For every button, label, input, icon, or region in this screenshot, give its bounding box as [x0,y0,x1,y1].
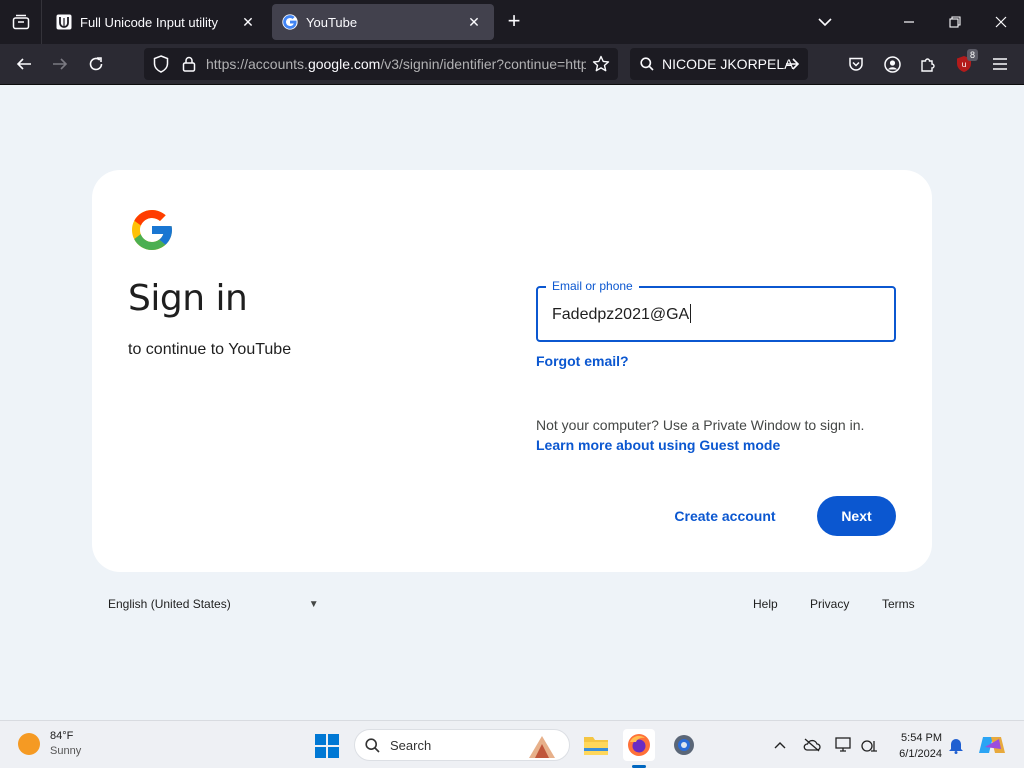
file-explorer-icon[interactable] [580,729,612,761]
minimize-icon [904,21,914,23]
nav-toolbar: https://accounts.google.com/v3/signin/id… [0,44,1024,85]
taskbar: 84°F Sunny Search 5:54 PM 6/1/2024 [0,720,1024,768]
next-button[interactable]: Next [817,496,896,536]
tab-title: YouTube [306,14,358,30]
extension-badge: 8 [966,49,978,61]
system-clock[interactable]: 5:54 PM 6/1/2024 [888,730,942,762]
search-bar-text: NICODE JKORPELA [662,56,794,72]
new-tab-button[interactable]: + [502,10,526,34]
email-input-value: Fadedpz2021@GA [552,306,690,323]
restore-icon [949,16,961,28]
chevron-down-icon [818,17,832,26]
windows-start-icon[interactable] [314,733,340,759]
onedrive-offline-icon[interactable] [800,733,824,757]
bookmark-star-icon[interactable] [590,53,612,75]
forward-button[interactable] [44,48,76,80]
page-title: Sign in [128,278,248,319]
temperature: 84°F [50,730,74,742]
reload-button[interactable] [80,48,112,80]
taskbar-search[interactable]: Search [354,729,570,761]
privacy-link[interactable]: Privacy [810,597,849,611]
search-icon [365,737,380,753]
notification-bell-icon[interactable] [944,733,968,757]
hamburger-menu-icon [993,58,1007,70]
dropdown-arrow-icon: ▼ [308,598,319,610]
guest-mode-link[interactable]: Learn more about using Guest mode [536,437,780,453]
list-all-tabs-button[interactable] [814,12,836,32]
puzzle-icon [921,58,935,72]
weather-condition: Sunny [50,745,82,757]
unicode-favicon-icon [56,14,72,30]
email-input[interactable]: Fadedpz2021@GA [552,304,692,324]
close-icon [995,16,1007,28]
pocket-button[interactable] [840,48,872,80]
tab-title: Full Unicode Input utility [80,14,219,30]
search-bar[interactable]: NICODE JKORPELA [630,48,808,80]
url-prefix: https://accounts. [206,56,308,72]
weather-widget[interactable]: 84°F Sunny [18,729,81,759]
taskbar-search-placeholder: Search [390,737,432,753]
address-bar[interactable]: https://accounts.google.com/v3/signin/id… [144,48,618,80]
extensions-button[interactable] [912,48,944,80]
tab-bar: Full Unicode Input utility ✕ YouTube ✕ + [0,0,1024,44]
text-caret [690,304,692,323]
clock-time: 5:54 PM [901,732,942,744]
close-window-button[interactable] [978,0,1024,44]
email-field[interactable]: Email or phone Fadedpz2021@GA [536,279,896,342]
close-tab-icon[interactable]: ✕ [464,12,484,32]
close-tab-icon[interactable]: ✕ [238,12,258,32]
search-icon [640,57,654,71]
forgot-email-link[interactable]: Forgot email? [536,353,629,369]
guest-notice-text: Not your computer? Use a Private Window … [536,417,865,433]
url-path: /v3/signin/identifier?continue=https [380,56,586,72]
page-subtitle: to continue to YouTube [128,341,292,358]
language-label: English (United States) [108,597,231,611]
copilot-icon[interactable] [978,733,1006,757]
restore-button[interactable] [932,0,978,44]
google-favicon-icon [282,14,298,30]
tab-unicode-utility[interactable]: Full Unicode Input utility ✕ [46,4,268,40]
ublock-extension-button[interactable]: u 8 [948,48,980,80]
settings-taskbar-icon[interactable] [668,729,700,761]
url-text[interactable]: https://accounts.google.com/v3/signin/id… [206,56,586,72]
svg-text:u: u [961,60,966,69]
reload-icon [89,57,103,71]
shield-icon[interactable] [150,53,172,75]
go-arrow-icon[interactable] [785,57,800,71]
signin-card: Sign in to continue to YouTube Email or … [92,170,932,572]
search-highlight-icon [529,736,555,758]
clock-date: 6/1/2024 [899,748,942,760]
tab-youtube[interactable]: YouTube ✕ [272,4,494,40]
create-account-button[interactable]: Create account [664,496,786,536]
back-arrow-icon [16,58,31,70]
minimize-button[interactable] [886,0,932,44]
terms-link[interactable]: Terms [882,597,915,611]
account-button[interactable] [876,48,908,80]
network-icon[interactable] [858,733,882,757]
email-field-label: Email or phone [546,279,639,293]
help-link[interactable]: Help [753,597,778,611]
tab-list-icon [12,14,29,30]
account-icon [883,55,901,73]
sun-icon [18,733,40,755]
tab-list-button[interactable] [0,0,42,44]
pocket-icon [849,57,863,71]
google-logo-icon [132,210,172,250]
language-selector[interactable]: English (United States) ▼ [108,597,319,611]
monitor-icon[interactable] [832,733,856,757]
url-domain: google.com [307,56,381,72]
firefox-taskbar-icon[interactable] [623,729,655,761]
back-button[interactable] [8,48,40,80]
forward-arrow-icon [53,58,68,70]
chevron-up-icon[interactable] [768,733,792,757]
lock-icon[interactable] [178,53,200,75]
menu-button[interactable] [984,48,1016,80]
